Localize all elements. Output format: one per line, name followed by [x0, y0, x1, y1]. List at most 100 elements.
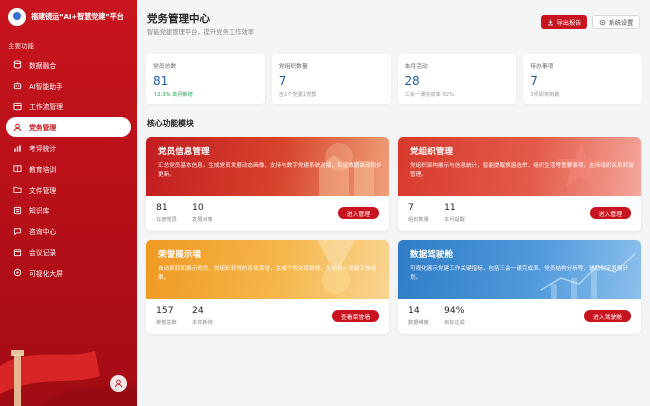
metric-label: 荣誉总数 [156, 320, 177, 326]
metric-value: 14 [408, 305, 420, 316]
sidebar-item-ai-assistant[interactable]: AI智能助手 [6, 76, 131, 96]
module-title: 荣誉展示墙 [158, 250, 201, 260]
sidebar-item-label: 文件管理 [29, 186, 57, 195]
section-title: 核心功能模块 [147, 119, 194, 128]
module-footer: 7 组织数量 11 本月提醒 进入管理 [398, 196, 641, 231]
stat-value: 7 [278, 74, 287, 88]
stat-label: 党员总数 [153, 64, 177, 70]
sidebar-item-meetings[interactable]: 会议记录 [6, 242, 131, 262]
stat-note: ↑2.3% 本月新增 [153, 92, 193, 98]
module-banner: 数据驾驶舱 可视化展示党建工作关键指标，包括三会一课完成率、党员结构分析等，辅助… [398, 240, 641, 299]
stat-label: 本月活动 [404, 64, 428, 70]
user-icon [13, 123, 22, 132]
metric-label: 组织数量 [408, 217, 429, 223]
module-metric: 14 数据维度 [408, 305, 429, 326]
sidebar-item-label: 工作流管理 [29, 103, 63, 112]
workflow-icon [13, 102, 22, 111]
sidebar-item-workflow[interactable]: 工作流管理 [6, 97, 131, 117]
module-title: 党员信息管理 [158, 147, 210, 157]
enter-organization-management-button[interactable]: 进入管理 [589, 207, 631, 219]
database-icon [13, 60, 22, 69]
brand: 福建镜运“AI+智慧党建”平台 [0, 0, 137, 34]
metric-label: 目标达成 [444, 320, 465, 326]
sidebar-item-data-fusion[interactable]: 数据融合 [6, 55, 131, 75]
sidebar-item-dashboard-screen[interactable]: 可视化大屏 [6, 263, 131, 283]
module-desc: 汇总党员基本信息，生成党员发展动态画像，支持与数字党建系统对接，实现数据自动同步… [158, 163, 382, 178]
user-avatar-icon [114, 379, 123, 388]
user-profile-button[interactable] [110, 375, 127, 392]
module-metric: 24 本年新增 [192, 305, 213, 326]
module-card-data-cockpit: 数据驾驶舱 可视化展示党建工作关键指标，包括三会一课完成率、党员结构分析等，辅助… [398, 240, 641, 334]
stat-note: 三会一课完成率 92% [404, 92, 455, 98]
enter-member-management-button[interactable]: 进入管理 [337, 207, 379, 219]
sidebar-item-label: 知识库 [29, 207, 50, 216]
module-title: 数据驾驶舱 [410, 250, 453, 260]
sidebar: 福建镜运“AI+智慧党建”平台 主要功能 数据融合 AI智能助手 工作流管理 党… [0, 0, 137, 406]
robot-icon [13, 81, 22, 90]
stat-card-members: 党员总数 81 ↑2.3% 本月新增 [146, 54, 265, 104]
metric-label: 本年新增 [192, 320, 213, 326]
sidebar-item-label: 数据融合 [29, 61, 57, 70]
metric-value: 10 [192, 202, 204, 213]
module-footer: 157 荣誉总数 24 本年新增 查看荣誉墙 [146, 299, 389, 334]
metric-label: 本月提醒 [444, 217, 465, 223]
export-label: 导出报告 [556, 19, 582, 27]
metric-value: 24 [192, 305, 204, 316]
gear-icon [599, 19, 605, 25]
system-settings-button[interactable]: 系统设置 [592, 15, 640, 29]
stat-value: 7 [530, 74, 538, 88]
metric-label: 数据维度 [408, 320, 429, 326]
module-metric: 11 本月提醒 [444, 202, 465, 223]
monitor-icon [13, 268, 22, 277]
sidebar-item-party-affairs[interactable]: 党务管理 [6, 117, 131, 138]
metric-label: 在册党员 [156, 217, 177, 223]
sidebar-item-consulting[interactable]: 咨询中心 [6, 221, 131, 241]
sidebar-item-training[interactable]: 教育培训 [6, 159, 131, 179]
stat-card-activities: 本月活动 28 三会一课完成率 92% [397, 54, 517, 104]
module-footer: 14 数据维度 94% 目标达成 进入驾驶舱 [398, 299, 641, 334]
robot-logo-icon [8, 8, 26, 26]
enter-cockpit-button[interactable]: 进入驾驶舱 [584, 310, 631, 322]
book-icon [13, 164, 22, 173]
sidebar-item-label: 教育培训 [29, 165, 57, 174]
module-card-organization: 党组织管理 党组织架构展示与信息统计，智能提醒换届选举、组织生活等重要事项，支持… [398, 137, 641, 231]
module-desc: 自动抓取和展示党员、党组织获得的各类荣誉，生成个性化荣誉榜，生动展示党建工作成果… [158, 266, 377, 281]
metric-value: 81 [156, 202, 168, 213]
module-card-honor-wall: 荣誉展示墙 自动抓取和展示党员、党组织获得的各类荣誉，生成个性化荣誉榜，生动展示… [146, 240, 389, 334]
module-metric: 10 发展对象 [192, 202, 213, 223]
library-icon [13, 206, 22, 215]
module-banner: 党员信息管理 汇总党员基本信息，生成党员发展动态画像，支持与数字党建系统对接，实… [146, 137, 389, 196]
brand-title: 福建镜运“AI+智慧党建”平台 [31, 12, 124, 21]
sidebar-item-label: 可视化大屏 [29, 269, 63, 278]
stats-row: 党员总数 81 ↑2.3% 本月新增 党组织数量 7 含1个党委1党群 本月活动… [146, 54, 642, 104]
module-footer: 81 在册党员 10 发展对象 进入管理 [146, 196, 389, 231]
chart-icon [13, 144, 22, 153]
sidebar-item-label: 考评统计 [29, 145, 57, 154]
stat-card-todos: 待办事项 7 3项即将到期 [523, 54, 642, 104]
calendar-icon [13, 248, 22, 257]
export-report-button[interactable]: 导出报告 [541, 15, 587, 29]
sidebar-item-evaluation[interactable]: 考评统计 [6, 138, 131, 158]
sidebar-item-files[interactable]: 文件管理 [6, 180, 131, 200]
module-banner: 荣誉展示墙 自动抓取和展示党员、党组织获得的各类荣誉，生成个性化荣誉榜，生动展示… [146, 240, 389, 299]
settings-label: 系统设置 [608, 19, 634, 27]
main-content: 党务管理中心 智能党建管理平台，提升党务工作效率 导出报告 系统设置 党员总数 … [137, 0, 650, 406]
module-desc: 党组织架构展示与信息统计，智能提醒换届选举、组织生活等重要事项，支持组织关系转接… [410, 163, 634, 178]
stat-label: 待办事项 [530, 64, 554, 70]
sidebar-nav: 数据融合 AI智能助手 工作流管理 党务管理 考评统计 教育培训 文件管理 知识… [0, 55, 137, 283]
folder-icon [13, 185, 22, 194]
metric-value: 94% [444, 305, 465, 316]
sidebar-item-knowledge-base[interactable]: 知识库 [6, 201, 131, 221]
stat-note: 3项即将到期 [530, 92, 560, 98]
metric-value: 157 [156, 305, 174, 316]
page-subtitle: 智能党建管理平台，提升党务工作效率 [147, 29, 255, 36]
sidebar-item-label: AI智能助手 [29, 82, 63, 91]
module-metric: 7 组织数量 [408, 202, 429, 223]
sidebar-item-label: 咨询中心 [29, 228, 57, 237]
metric-value: 11 [444, 202, 456, 213]
chat-icon [13, 227, 22, 236]
module-desc: 可视化展示党建工作关键指标，包括三会一课完成率、党员结构分析等，辅助制定发展计划… [410, 266, 629, 281]
download-icon [547, 19, 553, 25]
view-honor-wall-button[interactable]: 查看荣誉墙 [332, 310, 379, 322]
module-metric: 157 荣誉总数 [156, 305, 177, 326]
